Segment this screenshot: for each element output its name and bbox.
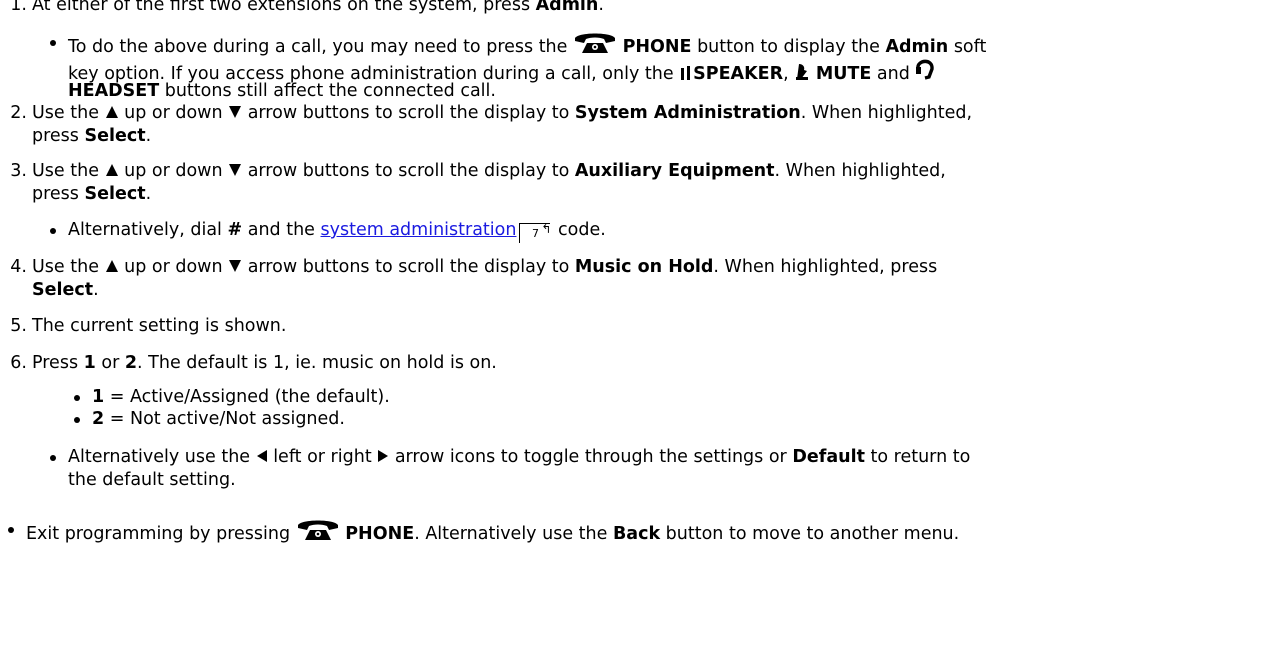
up-arrow-icon <box>105 260 118 272</box>
step-number: 1. <box>10 0 27 15</box>
phone-icon <box>574 33 615 53</box>
bullet-dot <box>50 40 56 46</box>
right-arrow-icon <box>378 450 389 462</box>
back-button-label: Back <box>612 524 661 544</box>
phone-icon <box>297 520 338 540</box>
page-reference[interactable]: 7 ↰ <box>519 222 552 243</box>
down-arrow-icon <box>229 260 242 272</box>
left-arrow-icon <box>256 450 267 462</box>
bullet-dot <box>8 527 14 533</box>
bullet-dot <box>50 228 56 234</box>
bullet-dot <box>50 455 56 461</box>
system-administration-link[interactable]: system administration <box>321 220 517 240</box>
admin-key-label: Admin <box>535 0 599 15</box>
phone-button-label: PHONE <box>345 524 415 544</box>
jump-arrow-icon: ↰ <box>541 222 552 236</box>
bullet-dot <box>74 417 80 423</box>
headset-button-label: HEADSET <box>68 81 160 101</box>
headset-icon <box>916 59 935 80</box>
up-arrow-icon <box>105 106 118 118</box>
step-text: At either of the first two extensions on… <box>32 0 1262 16</box>
down-arrow-icon <box>229 106 242 118</box>
phone-button-label: PHONE <box>622 37 692 57</box>
down-arrow-icon <box>229 164 242 176</box>
mute-icon <box>796 64 809 80</box>
up-arrow-icon <box>105 164 118 176</box>
bullet-dot <box>74 395 80 401</box>
